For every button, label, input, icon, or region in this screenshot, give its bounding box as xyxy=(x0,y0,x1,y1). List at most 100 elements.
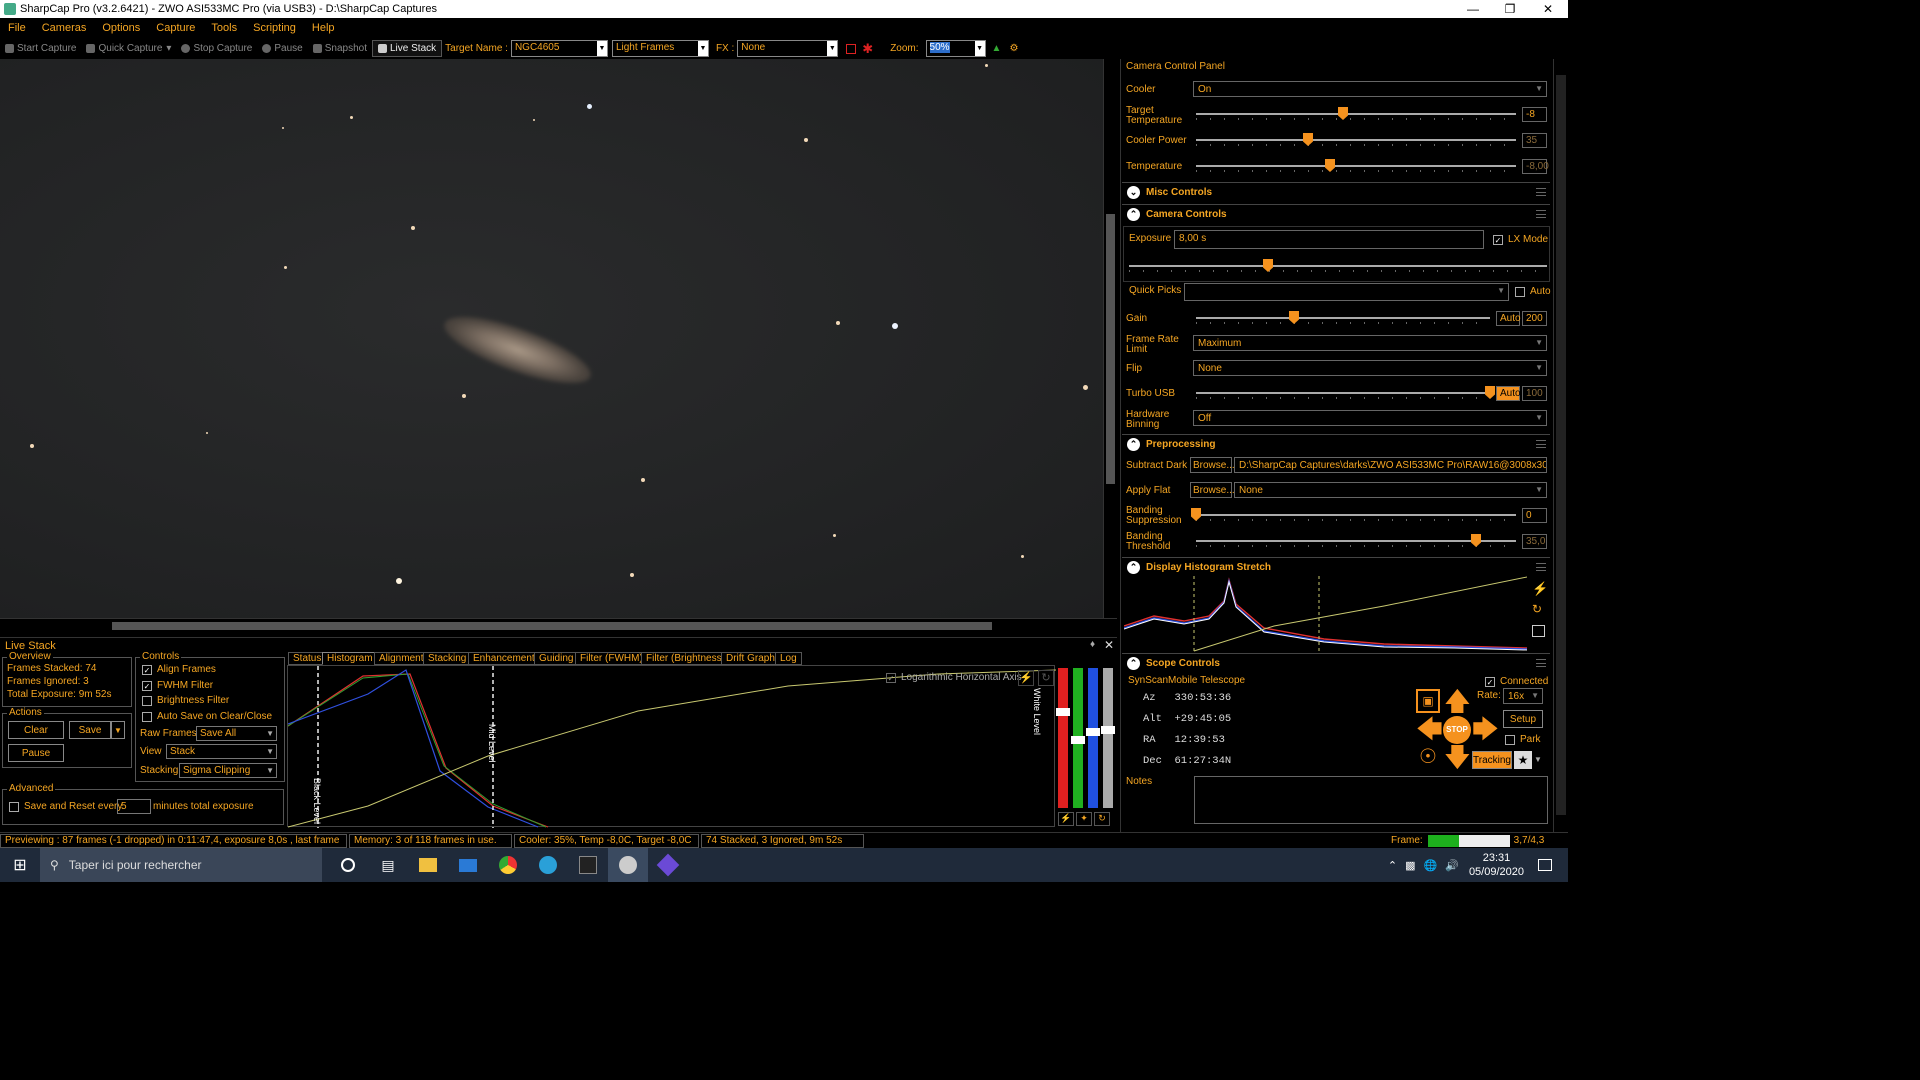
park-checkbox[interactable]: Park xyxy=(1505,734,1541,745)
menu-help[interactable]: Help xyxy=(304,22,343,34)
dark-frame-select[interactable]: D:\SharpCap Captures\darks\ZWO ASI533MC … xyxy=(1234,457,1547,473)
lightning-icon[interactable]: ⚡ xyxy=(1018,670,1034,686)
cortana-button[interactable] xyxy=(328,848,368,882)
view-select[interactable]: Stack ▼ xyxy=(166,744,277,759)
browse-dark-button[interactable]: Browse... xyxy=(1190,457,1235,473)
auto-save-checkbox[interactable]: Auto Save on Clear/Close xyxy=(142,711,272,722)
menu-icon[interactable] xyxy=(1536,188,1546,196)
settings-icon[interactable]: ⚙ xyxy=(1009,43,1018,54)
align-frames-checkbox[interactable]: ✓ Align Frames xyxy=(142,664,216,675)
menu-capture[interactable]: Capture xyxy=(148,22,203,34)
zoom-select[interactable]: 50% ▼ xyxy=(925,40,986,57)
menu-file[interactable]: File xyxy=(0,22,34,34)
save-dropdown-button[interactable]: ▼ xyxy=(111,721,125,739)
brightness-filter-checkbox[interactable]: Brightness Filter xyxy=(142,695,229,706)
chevron-down-icon[interactable]: ▼ xyxy=(1534,755,1542,764)
preprocessing-section[interactable]: ⌃ Preprocessing xyxy=(1122,434,1550,454)
save-icon[interactable] xyxy=(1532,625,1545,637)
tab-histogram[interactable]: Histogram xyxy=(322,652,378,665)
gain-value[interactable]: 200 xyxy=(1522,311,1547,326)
frame-rate-select[interactable]: Maximum ▼ xyxy=(1193,335,1547,351)
volume-icon[interactable]: 🔊 xyxy=(1445,859,1459,872)
live-stack-button[interactable]: Live Stack xyxy=(372,40,443,57)
flat-frame-select[interactable]: None ▼ xyxy=(1234,482,1547,498)
tab-filter-brightness[interactable]: Filter (Brightness) xyxy=(641,652,730,665)
setup-button[interactable]: Setup xyxy=(1503,710,1543,728)
save-reset-checkbox[interactable]: Save and Reset every xyxy=(9,801,122,812)
tab-drift-graph[interactable]: Drift Graph xyxy=(721,652,780,665)
tab-filter-fwhm[interactable]: Filter (FWHM) xyxy=(575,652,648,665)
image-viewer[interactable] xyxy=(0,59,1103,618)
mail-button[interactable] xyxy=(448,848,488,882)
gain-slider[interactable] xyxy=(1196,311,1490,324)
hardware-binning-select[interactable]: Off ▼ xyxy=(1193,410,1547,426)
reset-icon[interactable]: ↻ xyxy=(1038,670,1054,686)
stop-button[interactable]: STOP xyxy=(1443,716,1471,744)
banding-threshold-slider[interactable] xyxy=(1196,534,1516,547)
crosshair-icon[interactable]: ✱ xyxy=(862,41,873,57)
battery-icon[interactable]: ▩ xyxy=(1405,859,1415,872)
banding-threshold-value[interactable]: 35,0 xyxy=(1522,534,1547,549)
panel-scrollbar[interactable] xyxy=(1553,59,1568,832)
gain-auto-button[interactable]: Auto xyxy=(1496,311,1521,326)
tab-enhancement[interactable]: Enhancement xyxy=(468,652,540,665)
turbo-auto-button[interactable]: Auto xyxy=(1496,386,1521,401)
luminance-slider-handle[interactable] xyxy=(1101,726,1115,734)
menu-icon[interactable] xyxy=(1536,563,1546,571)
banding-suppression-slider[interactable] xyxy=(1191,508,1516,521)
stop-capture-button[interactable]: Stop Capture xyxy=(176,40,257,57)
camera-controls-section[interactable]: ⌃ Camera Controls xyxy=(1122,204,1550,224)
red-slider-handle[interactable] xyxy=(1056,708,1070,716)
fwhm-filter-checkbox[interactable]: ✓ FWHM Filter xyxy=(142,680,213,691)
green-slider-handle[interactable] xyxy=(1071,736,1085,744)
maximize-button[interactable]: ❐ xyxy=(1492,0,1528,18)
app2-button[interactable] xyxy=(648,848,688,882)
connected-checkbox[interactable]: ✓ Connected xyxy=(1485,676,1548,687)
lightning-icon[interactable]: ⚡ xyxy=(1532,581,1548,597)
horizontal-scrollbar[interactable] xyxy=(0,618,1117,632)
exposure-input[interactable]: 8,00 s xyxy=(1174,230,1484,249)
pin-icon[interactable]: ♦ xyxy=(1090,639,1095,650)
menu-scripting[interactable]: Scripting xyxy=(245,22,304,34)
close-button[interactable]: ✕ xyxy=(1530,0,1566,18)
chevron-up-icon[interactable]: ⌃ xyxy=(1388,859,1397,872)
task-view-button[interactable]: ▤ xyxy=(368,848,408,882)
menu-cameras[interactable]: Cameras xyxy=(34,22,95,34)
tab-log[interactable]: Log xyxy=(775,652,802,665)
snapshot-button[interactable]: Snapshot xyxy=(308,40,372,57)
clock[interactable]: 23:31 05/09/2020 xyxy=(1469,851,1524,879)
quick-picks-select[interactable]: ▼ xyxy=(1184,283,1509,301)
stacking-select[interactable]: Sigma Clipping ▼ xyxy=(179,763,277,778)
chrome-button[interactable] xyxy=(488,848,528,882)
fx-select[interactable]: None ▼ xyxy=(737,40,839,57)
rectangle-icon[interactable] xyxy=(846,43,857,54)
pause-button[interactable]: Pause xyxy=(257,40,307,57)
reset-icon[interactable]: ↻ xyxy=(1532,602,1542,616)
target-temp-slider[interactable] xyxy=(1196,107,1516,120)
taskbar-search[interactable]: ⚲ Taper ici pour rechercher xyxy=(40,848,322,882)
misc-controls-section[interactable]: ⌄ Misc Controls xyxy=(1122,182,1550,202)
tracking-button[interactable]: Tracking xyxy=(1472,751,1512,769)
minimize-button[interactable]: — xyxy=(1455,0,1491,18)
scroll-thumb[interactable] xyxy=(1106,214,1115,484)
target-name-input[interactable]: NGC4605 ▼ xyxy=(510,40,608,57)
save-button[interactable]: Save xyxy=(69,721,111,739)
browse-flat-button[interactable]: Browse... xyxy=(1190,482,1235,498)
arrow-up-icon[interactable]: 🡅 xyxy=(1444,688,1471,715)
notification-icon[interactable] xyxy=(1538,859,1552,871)
goto-icon[interactable]: ▣ xyxy=(1416,689,1440,713)
quick-capture-button[interactable]: Quick Capture ▾ xyxy=(81,40,176,57)
edge-button[interactable] xyxy=(528,848,568,882)
sharpcap-button[interactable] xyxy=(608,848,648,882)
menu-options[interactable]: Options xyxy=(94,22,148,34)
app-button[interactable] xyxy=(568,848,608,882)
exposure-slider[interactable] xyxy=(1129,259,1547,272)
close-panel-icon[interactable]: ✕ xyxy=(1104,638,1114,652)
network-icon[interactable]: 🌐 xyxy=(1424,859,1438,872)
star-icon[interactable]: ✦ xyxy=(1076,812,1092,826)
menu-tools[interactable]: Tools xyxy=(203,22,245,34)
menu-icon[interactable] xyxy=(1536,659,1546,667)
frame-type-select[interactable]: Light Frames ▼ xyxy=(611,40,709,57)
start-capture-button[interactable]: Start Capture xyxy=(0,40,81,57)
menu-icon[interactable] xyxy=(1536,440,1546,448)
